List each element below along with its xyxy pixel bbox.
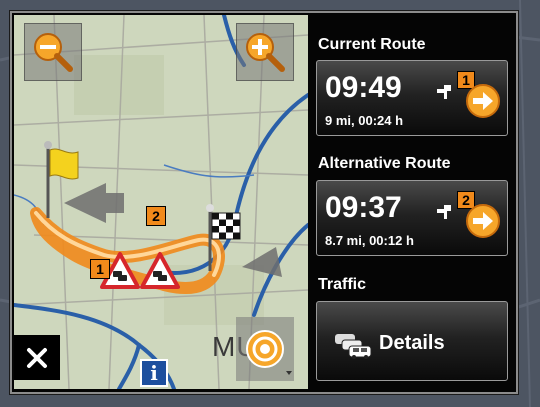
current-route-heading: Current Route xyxy=(318,36,426,53)
zoom-out-button[interactable] xyxy=(24,23,82,81)
alternative-route-summary: 8.7 mi, 00:12 h xyxy=(325,233,414,248)
zoom-out-icon xyxy=(34,33,73,72)
go-arrow-icon xyxy=(466,84,500,118)
compass-button[interactable] xyxy=(236,317,294,381)
route-map[interactable]: 1 2 MU i xyxy=(14,15,308,389)
traffic-details-button[interactable]: Details xyxy=(316,301,508,381)
alternative-route-time: 09:37 xyxy=(325,191,402,224)
current-route-button[interactable]: 09:49 1 9 mi, 00:24 h xyxy=(316,60,508,136)
route-2-badge: 2 xyxy=(146,206,166,226)
info-button[interactable]: i xyxy=(140,359,168,387)
finish-flag-icon xyxy=(437,85,451,99)
close-icon xyxy=(27,347,47,368)
current-route-time: 09:49 xyxy=(325,71,402,104)
route-1-badge: 1 xyxy=(90,259,110,279)
close-button[interactable] xyxy=(14,335,60,380)
traffic-warning-icon[interactable] xyxy=(140,251,180,291)
traffic-cars-icon xyxy=(335,334,372,359)
current-route-summary: 9 mi, 00:24 h xyxy=(325,113,404,128)
checkered-flag-icon xyxy=(206,204,241,271)
finish-flag-icon xyxy=(437,205,451,219)
start-flag-icon xyxy=(44,141,79,218)
compass-icon xyxy=(246,330,292,375)
zoom-in-button[interactable] xyxy=(236,23,294,81)
traffic-details-label: Details xyxy=(379,332,445,354)
zoom-in-icon xyxy=(246,33,285,72)
alternative-route-heading: Alternative Route xyxy=(318,155,451,172)
traffic-heading: Traffic xyxy=(318,276,367,293)
alternative-route-button[interactable]: 09:37 2 8.7 mi, 00:12 h xyxy=(316,180,508,256)
go-arrow-icon xyxy=(466,204,500,238)
